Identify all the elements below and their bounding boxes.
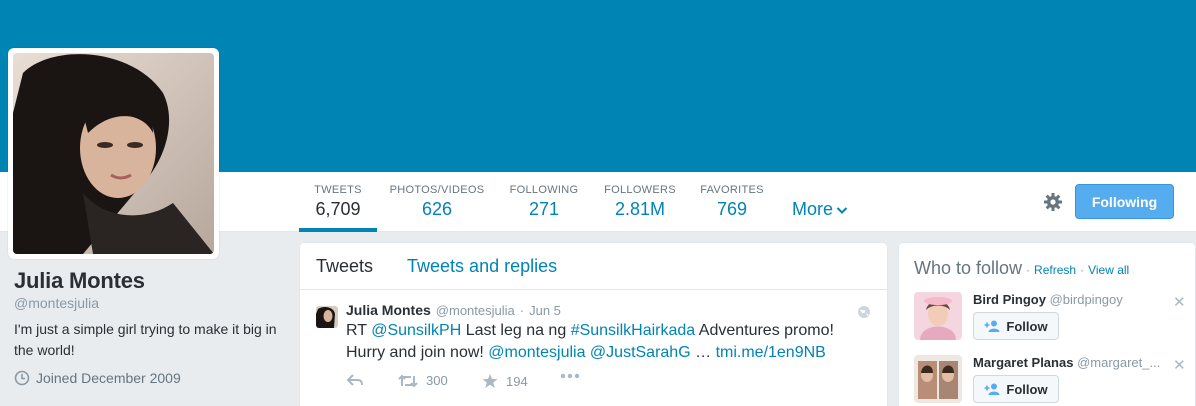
follow-label: Follow (1006, 381, 1048, 397)
close-icon[interactable]: ✕ (1173, 293, 1186, 311)
profile-bio: I'm just a simple girl trying to make it… (14, 321, 277, 358)
stat-value: 769 (716, 199, 748, 219)
follow-button[interactable]: Follow (973, 312, 1059, 340)
profile-photo (13, 53, 214, 254)
tweet-mention[interactable]: @montesjulia (488, 344, 585, 361)
tweet-mention[interactable]: @JustSarahG (590, 344, 691, 361)
timeline-tabs: Tweets Tweets and replies (300, 243, 887, 290)
add-user-icon (984, 320, 1000, 332)
timeline-panel: Tweets Tweets and replies Julia Montes @… (299, 242, 888, 406)
active-stat-underline (299, 228, 377, 232)
tab-tweets-and-replies[interactable]: Tweets and replies (407, 256, 557, 277)
tweet[interactable]: Julia Montes @montesjulia · Jun 5 RT @Su… (300, 290, 887, 364)
gear-icon[interactable] (1043, 192, 1063, 212)
suggestion-item: Margaret Planas @margaret_... ✕ Follow (914, 355, 1194, 406)
stat-value: 6,709 (315, 199, 361, 219)
stat-value: 271 (528, 199, 560, 219)
tweet-avatar[interactable] (316, 306, 338, 328)
more-label: More (792, 199, 834, 219)
stat-label: FOLLOWING (509, 184, 579, 196)
favorite-count: 194 (506, 373, 528, 389)
more-actions[interactable] (560, 373, 580, 379)
follow-button[interactable]: Follow (973, 375, 1059, 403)
stat-value: 626 (421, 199, 453, 219)
profile-avatar[interactable] (8, 48, 219, 259)
who-to-follow-panel: Who to follow · Refresh · View all Bird … (898, 242, 1196, 406)
stat-label: FOLLOWERS (604, 184, 676, 196)
suggestion-name-line: Margaret Planas @margaret_... (973, 355, 1160, 370)
tweet-text-segment: Last leg na ng (465, 322, 567, 339)
who-to-follow-header: Who to follow · Refresh · View all (914, 258, 1129, 279)
retweet-count: 300 (426, 373, 448, 388)
suggestion-avatar[interactable] (914, 292, 962, 340)
stat-label: FAVORITES (700, 184, 764, 196)
more-dots-icon (560, 373, 580, 379)
tab-tweets[interactable]: Tweets (316, 256, 373, 277)
reply-icon (346, 374, 363, 386)
tweet-text-segment: Adventures promo! (698, 322, 834, 339)
tweet-author-name[interactable]: Julia Montes (346, 302, 431, 318)
stat-label: PHOTOS/VIDEOS (389, 184, 485, 196)
stat-following[interactable]: FOLLOWING 271 (506, 184, 582, 220)
stat-followers[interactable]: FOLLOWERS 2.81M (601, 184, 679, 220)
follow-label: Follow (1006, 318, 1048, 334)
suggestion-handle[interactable]: @margaret_... (1077, 355, 1160, 370)
suggestion-name[interactable]: Margaret Planas (973, 355, 1073, 370)
tweet-hashtag[interactable]: #SunsilkHairkada (571, 322, 696, 339)
tweet-text: RT @SunsilkPH Last leg na ng #SunsilkHai… (346, 320, 871, 364)
joined-date: Joined December 2009 (14, 370, 181, 386)
tweet-ellipsis: … (695, 344, 712, 361)
tweet-text-segment: Hurry and join now! (346, 344, 484, 361)
tweet-mention[interactable]: @SunsilkPH (371, 322, 461, 339)
add-user-icon (984, 383, 1000, 395)
globe-icon (858, 306, 870, 318)
suggestion-name[interactable]: Bird Pingoy (973, 292, 1046, 307)
retweet-action[interactable]: 300 (398, 373, 448, 388)
profile-handle[interactable]: @montesjulia (14, 295, 99, 311)
more-dropdown[interactable]: More (792, 199, 848, 220)
stat-favorites[interactable]: FAVORITES 769 (698, 184, 766, 220)
tweet-meta-separator: · (519, 303, 525, 318)
separator-dot: · (1026, 263, 1031, 277)
star-icon (482, 374, 498, 388)
who-to-follow-title: Who to follow (914, 258, 1023, 278)
close-icon[interactable]: ✕ (1173, 356, 1186, 374)
stat-photos-videos[interactable]: PHOTOS/VIDEOS 626 (389, 184, 485, 220)
following-button[interactable]: Following (1075, 184, 1174, 219)
stat-label: TWEETS (314, 184, 362, 196)
separator-dot: · (1080, 263, 1085, 277)
reply-action[interactable] (346, 373, 364, 387)
tweet-actions: 300 194 (346, 373, 646, 393)
tweet-author-handle[interactable]: @montesjulia (436, 303, 515, 318)
stat-tweets[interactable]: TWEETS 6,709 (299, 184, 377, 220)
stat-value: 2.81M (614, 199, 666, 219)
clock-icon (14, 370, 30, 386)
suggestion-avatar[interactable] (914, 355, 962, 403)
profile-name[interactable]: Julia Montes (14, 268, 145, 294)
favorite-action[interactable]: 194 (482, 373, 528, 389)
tweet-link[interactable]: tmi.me/1en9NB (716, 344, 826, 361)
tweet-date[interactable]: Jun 5 (529, 303, 561, 318)
tweet-header: Julia Montes @montesjulia · Jun 5 (346, 302, 871, 318)
suggestion-name-line: Bird Pingoy @birdpingoy (973, 292, 1123, 307)
joined-label: Joined December 2009 (36, 370, 181, 386)
refresh-link[interactable]: Refresh (1034, 263, 1076, 277)
view-all-link[interactable]: View all (1088, 263, 1129, 277)
suggestion-handle[interactable]: @birdpingoy (1050, 292, 1123, 307)
retweet-icon (398, 374, 418, 387)
chevron-down-icon (836, 206, 848, 214)
tweet-rt-prefix: RT (346, 322, 367, 339)
suggestion-item: Bird Pingoy @birdpingoy ✕ Follow (914, 292, 1194, 348)
